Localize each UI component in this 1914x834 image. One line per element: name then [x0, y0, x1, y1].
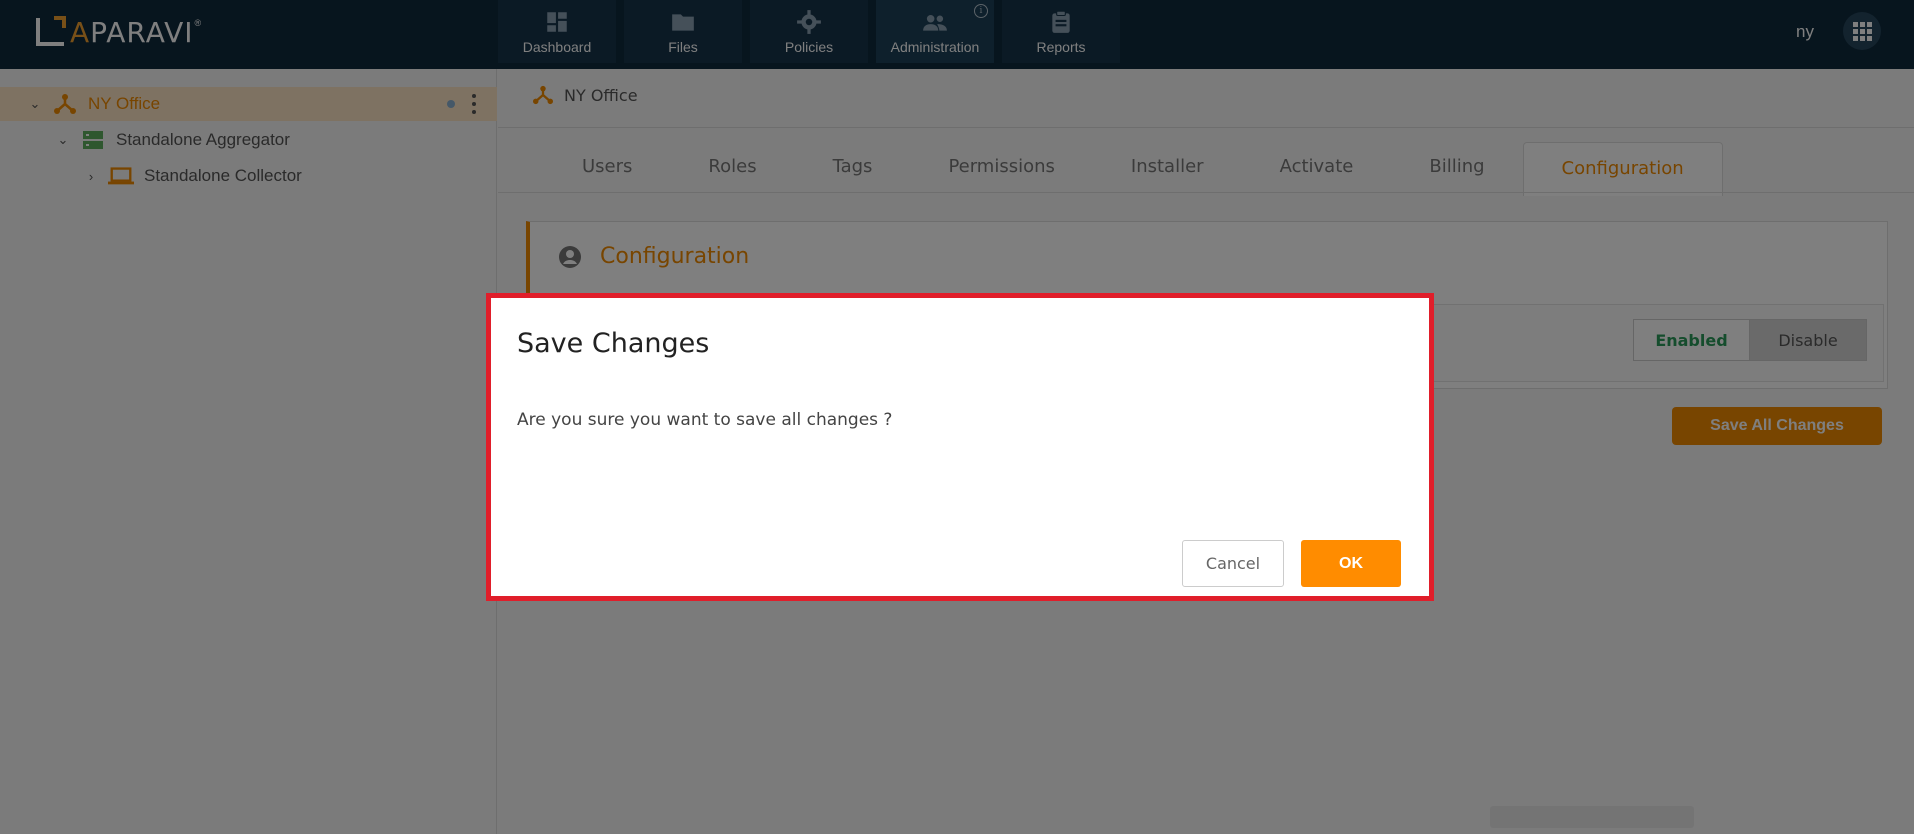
dialog-title: Save Changes [517, 328, 710, 359]
dialog-message: Are you sure you want to save all change… [517, 410, 893, 430]
save-changes-dialog: Save Changes Are you sure you want to sa… [486, 293, 1434, 601]
ok-button[interactable]: OK [1301, 540, 1401, 587]
cancel-button[interactable]: Cancel [1182, 540, 1284, 587]
